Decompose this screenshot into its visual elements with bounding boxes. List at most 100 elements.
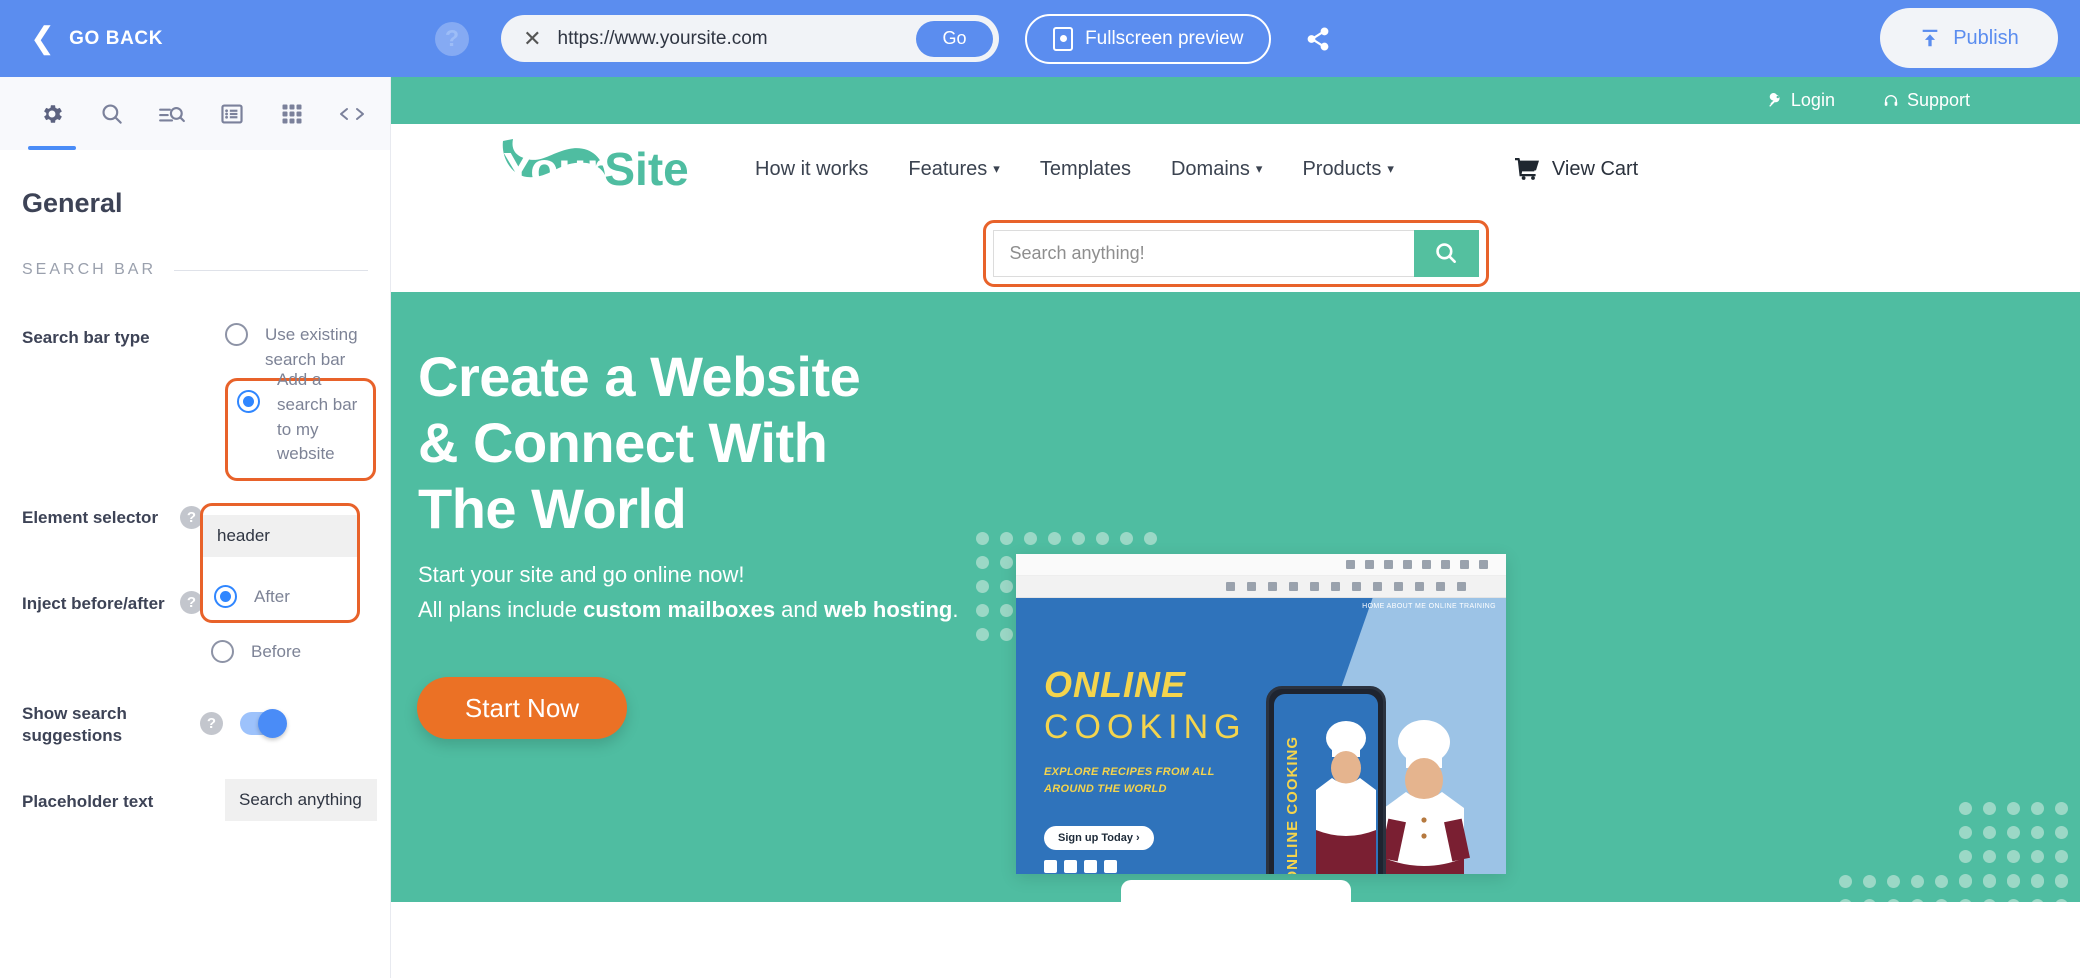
mockup-canvas: HOME ABOUT ME ONLINE TRAINING ONLINE COO…: [1016, 598, 1506, 874]
facebook-icon: [1044, 860, 1057, 873]
pinterest-icon: [1104, 860, 1117, 873]
sidebar-item-search-settings[interactable]: [142, 77, 202, 150]
panel-tab-bar: [0, 77, 390, 150]
hero-sub-line-1: Start your site and go online now!: [418, 562, 745, 587]
start-now-button[interactable]: Start Now: [417, 677, 627, 739]
field-label-placeholder-text: Placeholder text: [22, 792, 154, 812]
radio-icon-before[interactable]: [211, 640, 234, 664]
sidebar-item-general[interactable]: [22, 77, 82, 150]
login-label: Login: [1790, 90, 1835, 110]
key-icon: [1769, 93, 1780, 107]
field-search-bar-type: Search bar type ? Use existing search ba…: [22, 323, 376, 481]
hero-sub-line-2: All plans include custom mailboxes and w…: [418, 592, 958, 627]
hero-section: Create a Website & Connect With The Worl…: [391, 292, 2080, 902]
chevron-down-icon: ▾: [1387, 161, 1394, 176]
grid-icon: [282, 104, 302, 123]
logo-text-1: Your: [503, 143, 605, 195]
nav-item-how-it-works[interactable]: How it works: [755, 158, 868, 181]
share-icon: [1308, 27, 1329, 50]
mockup-nav: HOME ABOUT ME ONLINE TRAINING: [1362, 603, 1496, 610]
help-icon-show-suggestions[interactable]: ?: [200, 711, 223, 735]
site-search-button[interactable]: [1413, 229, 1479, 277]
field-element-selector: Element selector Inject before/after ? ?…: [22, 502, 368, 665]
radio-option-before[interactable]: Before: [211, 640, 360, 665]
site-logo[interactable]: Your Site: [499, 133, 717, 205]
field-label-inject: Inject before/after: [22, 593, 165, 613]
fullscreen-preview-button[interactable]: Fullscreen preview: [1025, 13, 1272, 64]
gear-icon: [44, 104, 62, 123]
mockup-tagline-2: AROUND THE WORLD: [1044, 783, 1167, 796]
go-button[interactable]: Go: [916, 20, 994, 57]
sidebar-item-code[interactable]: [322, 77, 382, 150]
nav-label: Domains: [1170, 157, 1250, 180]
injected-search-area: Search anything!: [391, 214, 2080, 292]
sidebar-item-layout[interactable]: [262, 77, 322, 150]
radio-icon-use-existing[interactable]: [225, 323, 248, 346]
fullscreen-label: Fullscreen preview: [1085, 27, 1244, 49]
nav-item-domains[interactable]: Domains ▾: [1171, 158, 1262, 181]
go-back-button[interactable]: ❮ GO BACK: [30, 23, 163, 54]
share-button[interactable]: [1297, 18, 1339, 60]
placeholder-text-input[interactable]: [225, 779, 377, 822]
view-cart-button[interactable]: View Cart: [1514, 158, 1638, 181]
mockup-tagline-1: EXPLORE RECIPES FROM ALL: [1044, 766, 1215, 778]
radio-label-use-existing: Use existing search bar: [265, 325, 358, 369]
url-bar[interactable]: ✕ https://www.yoursite.com Go: [501, 15, 1000, 62]
radio-icon-after[interactable]: [214, 584, 237, 608]
radio-option-after[interactable]: After: [214, 584, 357, 610]
radio-option-use-existing[interactable]: Use existing search bar: [225, 323, 376, 372]
radio-icon-add-search-bar[interactable]: [237, 390, 260, 414]
phone-screen: ONLINE COOKING Sign up Today ›: [1274, 694, 1378, 874]
nav-item-features[interactable]: Features ▾: [908, 158, 999, 181]
radio-label-add-search-bar: Add a search bar to my website: [277, 370, 358, 464]
nav-label: Products: [1302, 157, 1382, 180]
help-icon[interactable]: ?: [435, 21, 470, 56]
search-icon: [1436, 243, 1456, 263]
login-link[interactable]: Login: [1768, 90, 1835, 111]
section-divider: [174, 269, 368, 271]
highlight-add-search-bar: Add a search bar to my website: [225, 370, 376, 481]
site-search-input[interactable]: Search anything!: [992, 229, 1414, 277]
code-icon: [340, 107, 364, 120]
hero-sub-pre: All plans include: [418, 597, 584, 623]
radio-label-before: Before: [251, 642, 302, 662]
chevron-down-icon: ▾: [993, 161, 1000, 176]
decorative-dots-bottom: [1839, 875, 2068, 902]
mockup-signup-button: Sign up Today ›: [1044, 826, 1154, 850]
show-suggestions-toggle[interactable]: [240, 708, 287, 738]
field-label-element-selector: Element selector: [22, 507, 159, 527]
upload-icon: [1922, 29, 1938, 47]
instagram-icon: [1064, 860, 1077, 873]
close-icon[interactable]: ✕: [523, 26, 541, 52]
radio-option-add-search-bar[interactable]: Add a search bar to my website: [237, 370, 361, 467]
chef-photo-phone: [1316, 721, 1376, 874]
publish-label: Publish: [1953, 26, 2019, 49]
site-search-bar: Search anything!: [992, 229, 1479, 277]
field-placeholder-text: Placeholder text ?: [22, 779, 377, 822]
section-label: SEARCH BAR: [22, 261, 157, 278]
element-selector-input[interactable]: [203, 514, 357, 557]
nav-item-templates[interactable]: Templates: [1040, 158, 1131, 181]
settings-panel: General SEARCH BAR Search bar type ? Use…: [0, 77, 391, 978]
section-header-search-bar: SEARCH BAR: [22, 261, 368, 279]
hero-bottom-card: [1120, 880, 1351, 902]
support-link[interactable]: Support: [1883, 90, 1970, 111]
sidebar-item-results-list[interactable]: [202, 77, 262, 150]
page-title: General: [22, 188, 123, 218]
sidebar-item-search[interactable]: [82, 77, 142, 150]
app-root: ❮ GO BACK ? ✕ https://www.yoursite.com G…: [0, 0, 2080, 978]
filter-search-icon: [159, 106, 185, 122]
hero-title: Create a Website & Connect With The Worl…: [418, 344, 861, 542]
mockup-phone: ONLINE COOKING Sign up Today ›: [1266, 686, 1386, 874]
radio-label-after: After: [254, 586, 290, 606]
site-utility-bar: Login Support: [391, 77, 2080, 124]
publish-button[interactable]: Publish: [1880, 8, 2058, 68]
cart-icon: [1514, 158, 1539, 180]
editor-topbar: ❮ GO BACK ? ✕ https://www.yoursite.com G…: [0, 0, 2080, 77]
fullscreen-icon: [1053, 26, 1074, 51]
mockup-toolbar-second: [1016, 576, 1506, 598]
url-input[interactable]: https://www.yoursite.com: [558, 28, 917, 50]
mockup-subtitle: COOKING: [1044, 708, 1247, 746]
nav-item-products[interactable]: Products ▾: [1302, 158, 1393, 181]
hero-sub-end: .: [952, 597, 959, 623]
